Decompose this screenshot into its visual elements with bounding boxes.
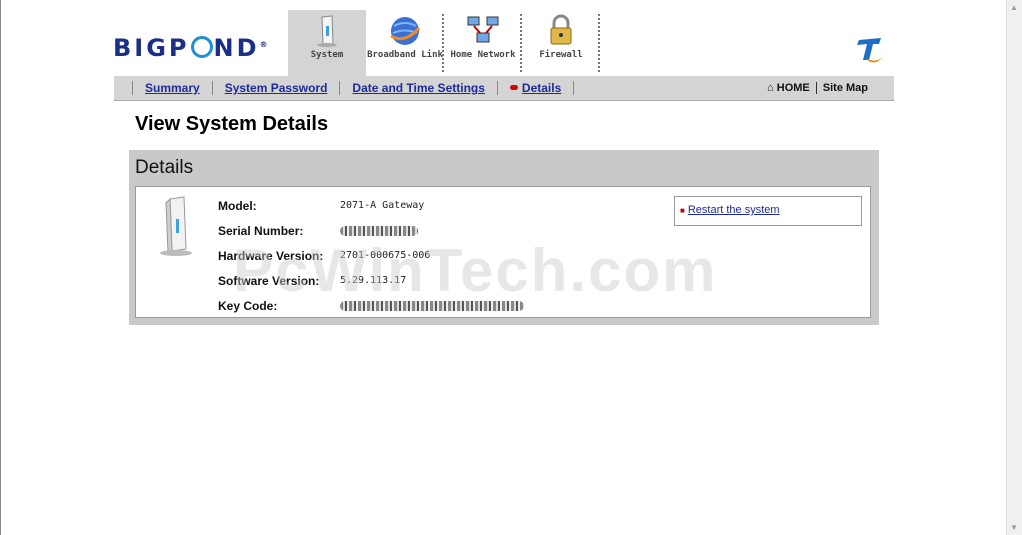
- tab-home-network[interactable]: Home Network: [444, 10, 522, 76]
- details-panel: Details Model: 2071-A Gateway Serial Num…: [129, 150, 879, 325]
- field-model: Model: 2071-A Gateway: [218, 198, 425, 213]
- scroll-down-icon[interactable]: ▼: [1010, 523, 1018, 532]
- panel-title: Details: [135, 157, 194, 178]
- main-tabs: System Broadband Link Home Network Firew…: [288, 10, 600, 76]
- subnav-details-link[interactable]: Details: [496, 81, 575, 95]
- house-icon: ⌂: [767, 82, 774, 94]
- current-page-marker-icon: [509, 85, 518, 90]
- home-link[interactable]: ⌂ HOME: [761, 82, 817, 94]
- telstra-logo-icon[interactable]: [855, 34, 885, 68]
- field-key-code: Key Code:: [218, 293, 524, 318]
- restart-system-link[interactable]: Restart the system: [688, 204, 780, 216]
- bullet-icon: ■: [680, 206, 685, 215]
- subnav-date-time-link[interactable]: Date and Time Settings: [339, 81, 496, 95]
- actions-box: ■ Restart the system: [674, 196, 862, 226]
- tab-broadband-link[interactable]: Broadband Link: [366, 10, 444, 76]
- vertical-scrollbar[interactable]: ▲ ▼: [1006, 0, 1022, 535]
- scroll-up-icon[interactable]: ▲: [1010, 3, 1018, 12]
- bigpond-logo[interactable]: BIGP ND®: [113, 34, 268, 62]
- sub-navigation: Summary System Password Date and Time Se…: [114, 76, 894, 101]
- details-box: Model: 2071-A Gateway Serial Number: Har…: [135, 186, 871, 318]
- subnav-system-password-link[interactable]: System Password: [211, 81, 340, 95]
- globe-icon: [390, 17, 421, 45]
- header: BIGP ND® System Broadband Link Home Netw…: [111, 10, 893, 76]
- field-software-version: Software Version: 5.29.113.17: [218, 273, 407, 288]
- subnav-summary-link[interactable]: Summary: [132, 81, 212, 95]
- network-computers-icon: [467, 16, 499, 43]
- field-serial-number: Serial Number:: [218, 218, 524, 243]
- padlock-icon: [550, 14, 572, 45]
- tab-firewall[interactable]: Firewall: [522, 10, 600, 76]
- redacted-value: [340, 300, 524, 311]
- site-map-link[interactable]: Site Map: [817, 82, 874, 94]
- page-title: View System Details: [135, 113, 329, 135]
- system-device-icon: [317, 15, 337, 47]
- gateway-device-icon: [160, 196, 192, 256]
- redacted-value: [340, 225, 418, 236]
- field-hardware-version: Hardware Version: 2701-000675-006: [218, 248, 431, 263]
- tab-system[interactable]: System: [288, 10, 366, 76]
